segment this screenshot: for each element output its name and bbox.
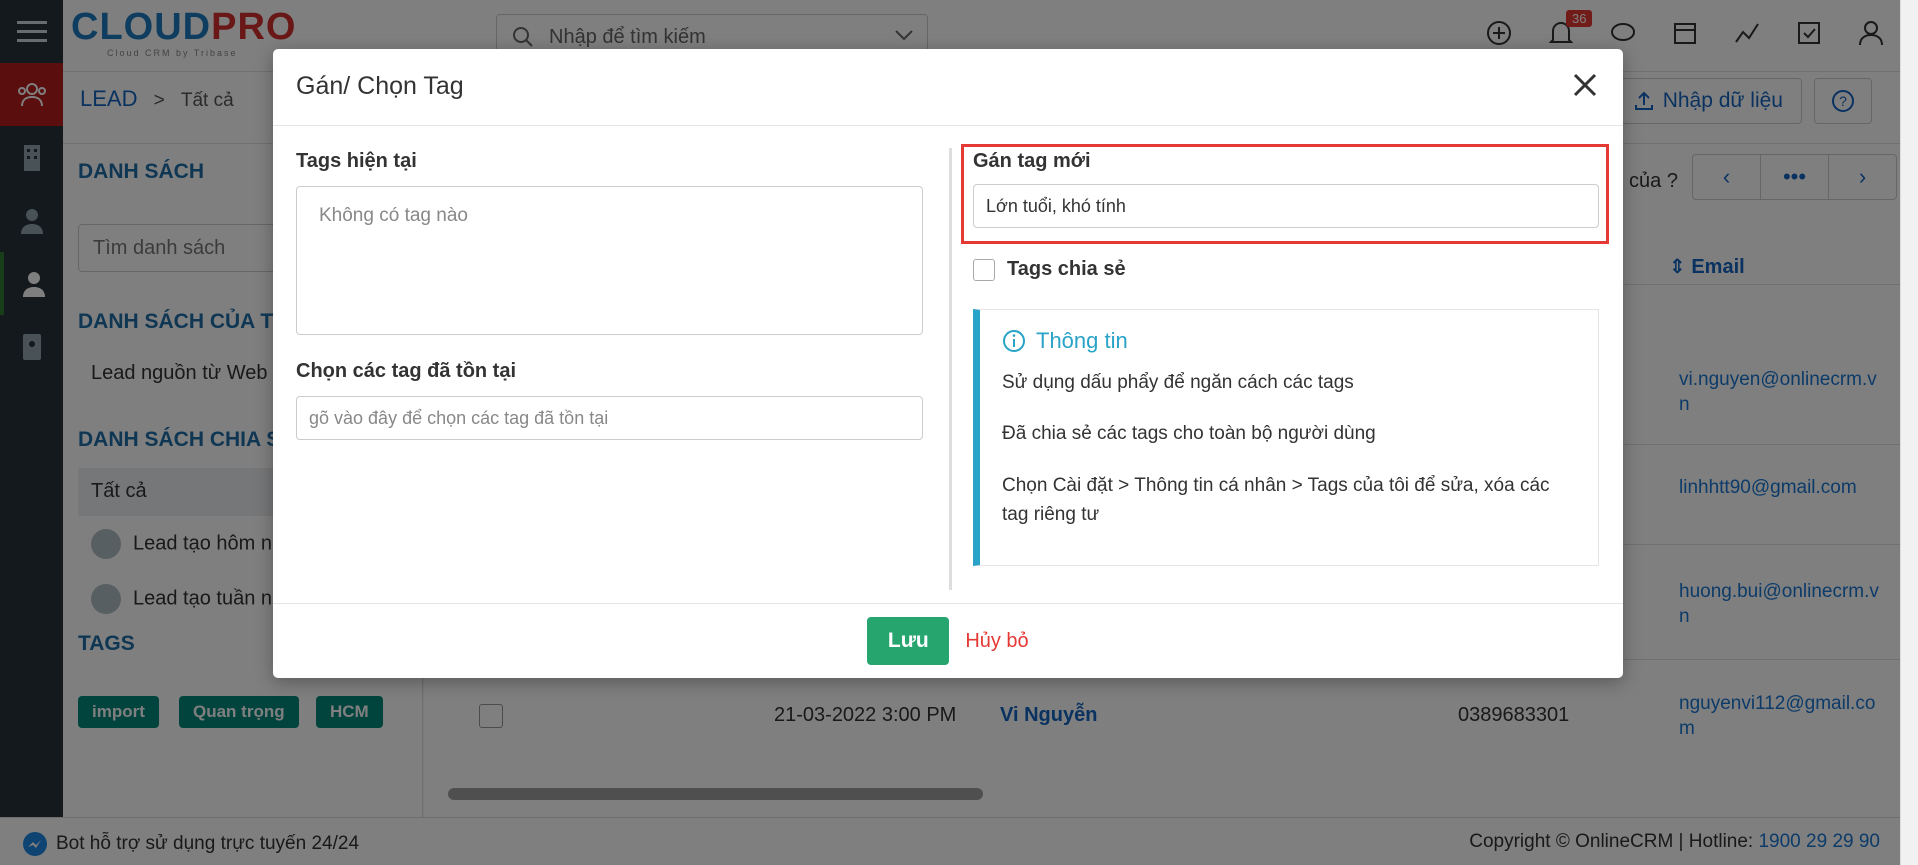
choose-existing-label: Chọn các tag đã tồn tại xyxy=(296,360,517,382)
modal-header: Gán/ Chọn Tag xyxy=(273,49,1623,126)
share-tags-checkbox[interactable] xyxy=(973,258,995,281)
info-line: Sử dụng dấu phẩy để ngăn cách các tags xyxy=(1002,372,1354,393)
current-tags-empty: Không có tag nào xyxy=(319,205,468,226)
info-line: Đã chia sẻ các tags cho toàn bộ người dù… xyxy=(1002,423,1376,445)
new-tag-input[interactable] xyxy=(973,184,1599,228)
info-icon xyxy=(1003,330,1025,352)
share-tags-row: Tags chia sẻ xyxy=(973,258,1126,281)
modal-body: Tags hiện tại Không có tag nào Chọn các … xyxy=(273,126,1623,603)
modal-footer: Lưu Hủy bỏ xyxy=(273,603,1623,678)
column-divider xyxy=(949,148,952,590)
cancel-button[interactable]: Hủy bỏ xyxy=(965,630,1028,653)
current-tags-box: Không có tag nào xyxy=(296,186,923,335)
info-line: Chọn Cài đặt > Thông tin cá nhân > Tags … xyxy=(1002,474,1550,526)
new-tag-label: Gán tag mới xyxy=(973,150,1091,172)
assign-tag-modal: Gán/ Chọn Tag Tags hiện tại Không có tag… xyxy=(273,49,1623,678)
current-tags-label: Tags hiện tại xyxy=(296,150,417,172)
close-icon[interactable] xyxy=(1567,67,1603,103)
save-button[interactable]: Lưu xyxy=(867,617,950,665)
info-title: Thông tin xyxy=(1036,328,1128,353)
vertical-scrollbar[interactable] xyxy=(1900,0,1918,865)
share-tags-label[interactable]: Tags chia sẻ xyxy=(1007,258,1126,281)
info-panel: Thông tin Sử dụng dấu phẩy để ngăn cách … xyxy=(973,309,1599,566)
choose-existing-tags-input[interactable] xyxy=(296,396,923,440)
modal-title: Gán/ Chọn Tag xyxy=(296,72,464,100)
